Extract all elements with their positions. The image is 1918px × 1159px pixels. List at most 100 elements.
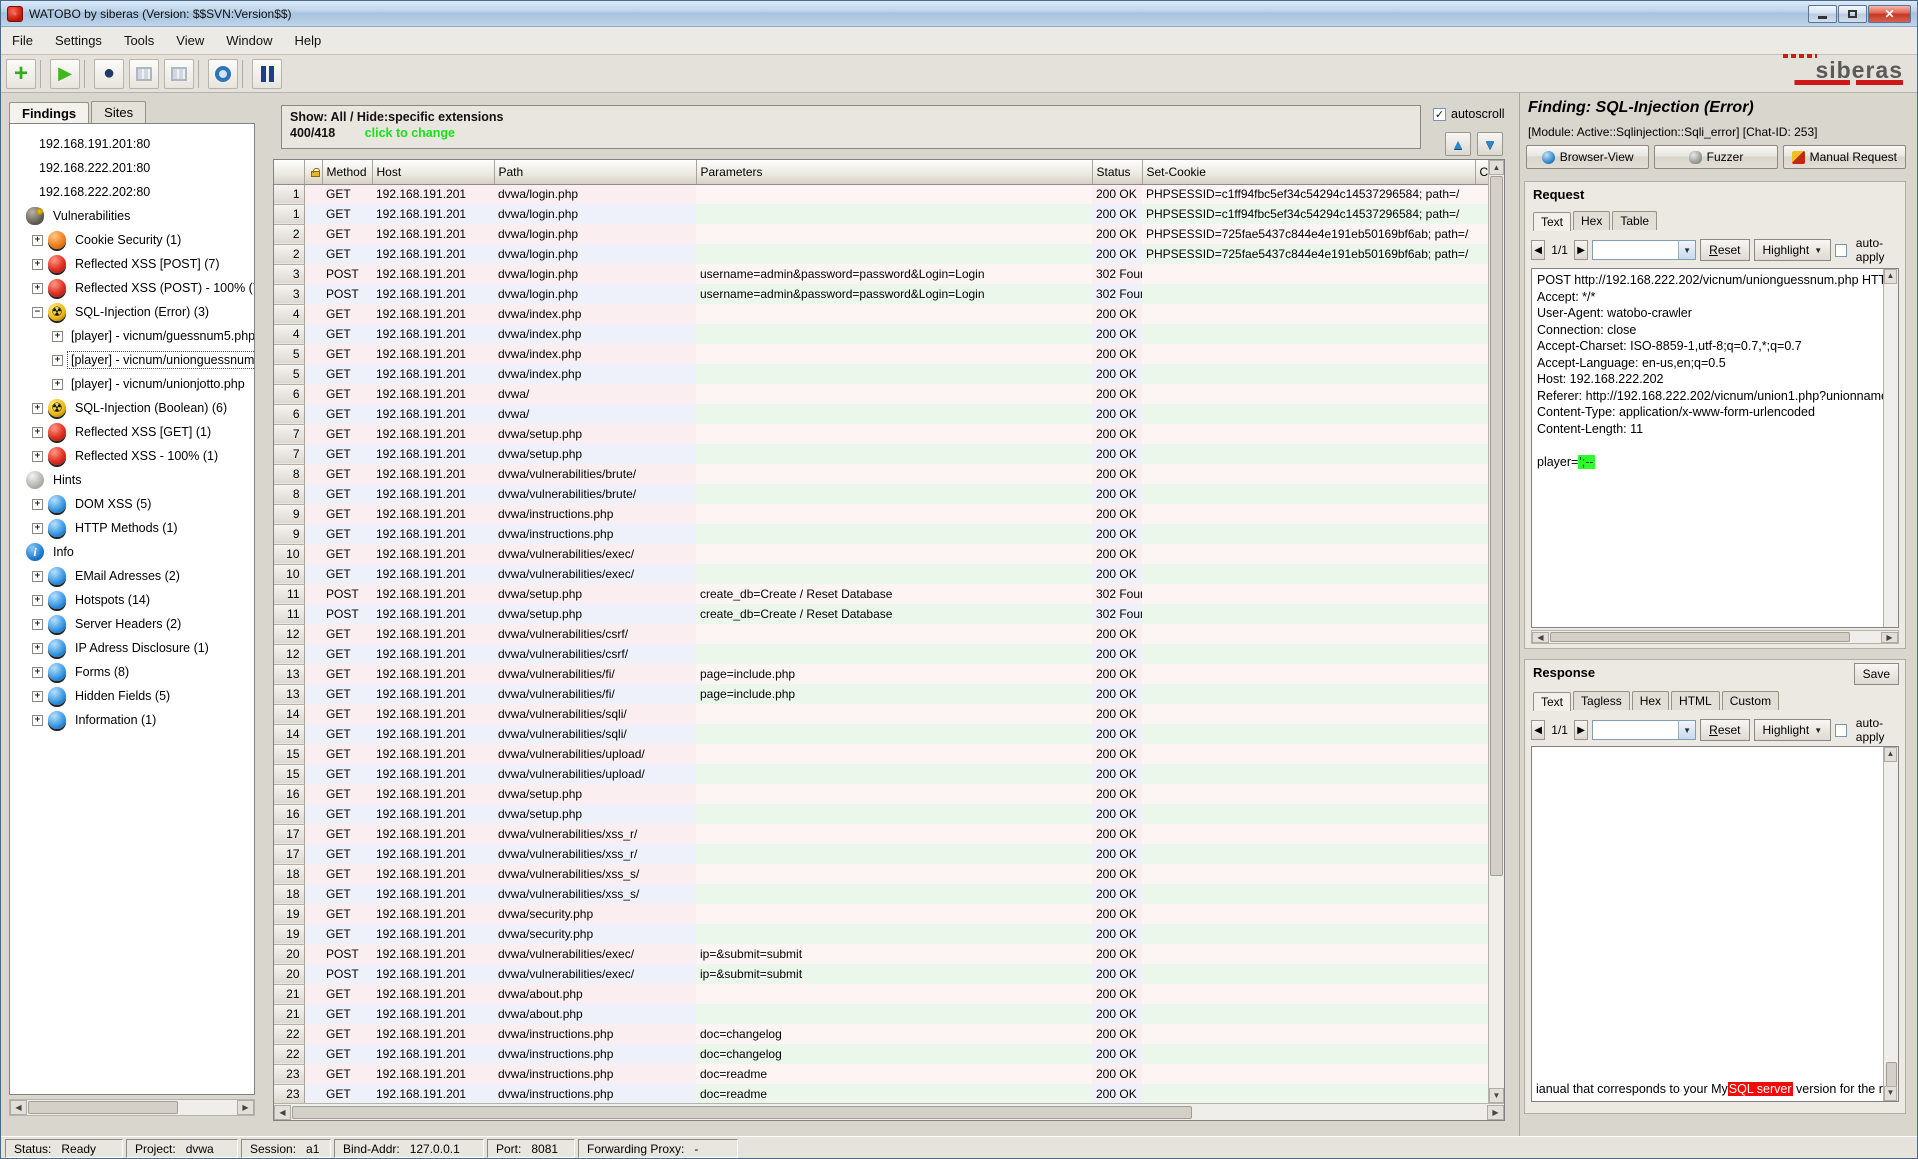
scroll-up-icon[interactable]: ▲	[1884, 269, 1897, 284]
expand-icon[interactable]: +	[32, 451, 43, 462]
menu-tools[interactable]: Tools	[113, 28, 165, 53]
request-tab-text[interactable]: Text	[1533, 212, 1571, 231]
scroll-up-icon[interactable]: ▲	[1884, 747, 1897, 762]
expand-icon[interactable]: +	[32, 523, 43, 534]
response-tab-text[interactable]: Text	[1533, 692, 1571, 711]
collapse-icon[interactable]: −	[32, 307, 43, 318]
tree-item[interactable]: +EMail Adresses (2)	[10, 564, 254, 588]
request-row[interactable]: 11POST192.168.191.201dvwa/setup.phpcreat…	[274, 604, 1489, 624]
table-view-button[interactable]	[164, 59, 194, 89]
tree-item[interactable]: +Reflected XSS - 100% (1)	[10, 444, 254, 468]
response-tab-html[interactable]: HTML	[1671, 691, 1720, 710]
request-row[interactable]: 10GET192.168.191.201dvwa/vulnerabilities…	[274, 544, 1489, 564]
maximize-button[interactable]	[1838, 5, 1867, 23]
scroll-left-icon[interactable]: ◀	[274, 1105, 291, 1120]
tree-item[interactable]: 192.168.191.201:80	[10, 132, 254, 156]
tree-item[interactable]: 192.168.222.201:80	[10, 156, 254, 180]
response-highlight-button[interactable]: Highlight▼	[1754, 719, 1832, 741]
request-highlight-button[interactable]: Highlight▼	[1754, 239, 1832, 261]
request-auto-apply-checkbox[interactable]	[1835, 244, 1847, 257]
request-row[interactable]: 13GET192.168.191.201dvwa/vulnerabilities…	[274, 684, 1489, 704]
request-row[interactable]: 9GET192.168.191.201dvwa/instructions.php…	[274, 524, 1489, 544]
tree-item[interactable]: iInfo	[10, 540, 254, 564]
request-row[interactable]: 21GET192.168.191.201dvwa/about.php200 OK	[274, 1004, 1489, 1024]
tree-item[interactable]: +Reflected XSS [POST] (7)	[10, 252, 254, 276]
header-path[interactable]: Path	[494, 160, 696, 184]
header-set-cookie[interactable]: Set-Cookie	[1142, 160, 1475, 184]
expand-icon[interactable]: +	[32, 235, 43, 246]
request-row[interactable]: 19GET192.168.191.201dvwa/security.php200…	[274, 924, 1489, 944]
request-row[interactable]: 23GET192.168.191.201dvwa/instructions.ph…	[274, 1084, 1489, 1104]
tree-item[interactable]: +[player] - vicnum/unionjotto.php	[10, 372, 254, 396]
request-row[interactable]: 1GET192.168.191.201dvwa/login.php200 OKP…	[274, 204, 1489, 224]
request-row[interactable]: 14GET192.168.191.201dvwa/vulnerabilities…	[274, 704, 1489, 724]
request-row[interactable]: 2GET192.168.191.201dvwa/login.php200 OKP…	[274, 224, 1489, 244]
response-tab-hex[interactable]: Hex	[1632, 691, 1669, 710]
scroll-top-button[interactable]: ▲	[1445, 132, 1471, 156]
menu-window[interactable]: Window	[215, 28, 283, 53]
expand-icon[interactable]: +	[32, 259, 43, 270]
request-row[interactable]: 9GET192.168.191.201dvwa/instructions.php…	[274, 504, 1489, 524]
tree-item[interactable]: +Cookie Security (1)	[10, 228, 254, 252]
request-row[interactable]: 20POST192.168.191.201dvwa/vulnerabilitie…	[274, 964, 1489, 984]
tree-item[interactable]: Vulnerabilities	[10, 204, 254, 228]
response-vertical-scrollbar[interactable]: ▲ ▼	[1883, 747, 1898, 1101]
pause-button[interactable]	[252, 59, 282, 89]
tree-item[interactable]: +[player] - vicnum/guessnum5.php	[10, 324, 254, 348]
response-prev-button[interactable]: ◀	[1531, 720, 1545, 740]
menu-settings[interactable]: Settings	[44, 28, 113, 53]
request-row[interactable]: 8GET192.168.191.201dvwa/vulnerabilities/…	[274, 464, 1489, 484]
tree-item[interactable]: +Hidden Fields (5)	[10, 684, 254, 708]
request-row[interactable]: 15GET192.168.191.201dvwa/vulnerabilities…	[274, 764, 1489, 784]
expand-icon[interactable]: +	[32, 427, 43, 438]
save-button[interactable]: Save	[1854, 663, 1899, 685]
response-tab-tagless[interactable]: Tagless	[1573, 691, 1630, 710]
menu-help[interactable]: Help	[284, 28, 333, 53]
header-parameters[interactable]: Parameters	[696, 160, 1092, 184]
tree-item[interactable]: +Information (1)	[10, 708, 254, 732]
start-scan-button[interactable]: ▶	[50, 59, 80, 89]
expand-icon[interactable]: +	[32, 619, 43, 630]
scroll-right-icon[interactable]: ▶	[237, 1100, 254, 1115]
request-row[interactable]: 5GET192.168.191.201dvwa/index.php200 OK	[274, 364, 1489, 384]
expand-icon[interactable]: +	[52, 379, 63, 390]
request-horizontal-scrollbar[interactable]: ◀ ▶	[1531, 630, 1899, 644]
request-row[interactable]: 21GET192.168.191.201dvwa/about.php200 OK	[274, 984, 1489, 1004]
request-row[interactable]: 5GET192.168.191.201dvwa/index.php200 OK	[274, 344, 1489, 364]
scroll-up-icon[interactable]: ▲	[1489, 160, 1504, 175]
request-row[interactable]: 16GET192.168.191.201dvwa/setup.php200 OK	[274, 784, 1489, 804]
table-vertical-scrollbar[interactable]: ▲ ▼	[1488, 160, 1504, 1103]
scroll-left-icon[interactable]: ◀	[10, 1100, 27, 1115]
browser-view-button[interactable]: Browser-View	[1526, 145, 1649, 169]
request-row[interactable]: 17GET192.168.191.201dvwa/vulnerabilities…	[274, 844, 1489, 864]
request-row[interactable]: 2GET192.168.191.201dvwa/login.php200 OKP…	[274, 244, 1489, 264]
response-auto-apply-checkbox[interactable]	[1835, 724, 1847, 737]
header-method[interactable]: Method	[322, 160, 372, 184]
request-row[interactable]: 16GET192.168.191.201dvwa/setup.php200 OK	[274, 804, 1489, 824]
expand-icon[interactable]: +	[32, 403, 43, 414]
request-reset-button[interactable]: Reset	[1700, 239, 1749, 261]
response-tab-custom[interactable]: Custom	[1722, 691, 1779, 710]
menu-file[interactable]: File	[1, 28, 44, 53]
scroll-right-icon[interactable]: ▶	[1881, 632, 1898, 643]
tree-item[interactable]: +Hotspots (14)	[10, 588, 254, 612]
filter-change-link[interactable]: click to change	[365, 126, 455, 140]
request-row[interactable]: 6GET192.168.191.201dvwa/200 OK	[274, 384, 1489, 404]
autoscroll-checkbox[interactable]: ✓	[1433, 108, 1446, 121]
dropdown-icon[interactable]: ▼	[1678, 721, 1695, 739]
new-session-button[interactable]: +	[6, 59, 36, 89]
tree-item[interactable]: +☢SQL-Injection (Boolean) (6)	[10, 396, 254, 420]
request-row[interactable]: 18GET192.168.191.201dvwa/vulnerabilities…	[274, 884, 1489, 904]
scroll-down-icon[interactable]: ▼	[1489, 1088, 1504, 1103]
tree-item[interactable]: +Reflected XSS [GET] (1)	[10, 420, 254, 444]
tree-item[interactable]: +IP Adress Disclosure (1)	[10, 636, 254, 660]
header-c-partial[interactable]: C	[1475, 160, 1489, 184]
expand-icon[interactable]: +	[32, 691, 43, 702]
proxy-button[interactable]	[208, 59, 238, 89]
request-row[interactable]: 20POST192.168.191.201dvwa/vulnerabilitie…	[274, 944, 1489, 964]
request-row[interactable]: 13GET192.168.191.201dvwa/vulnerabilities…	[274, 664, 1489, 684]
tree-item[interactable]: +HTTP Methods (1)	[10, 516, 254, 540]
request-row[interactable]: 23GET192.168.191.201dvwa/instructions.ph…	[274, 1064, 1489, 1084]
expand-icon[interactable]: +	[32, 283, 43, 294]
tree-item[interactable]: 192.168.222.202:80	[10, 180, 254, 204]
